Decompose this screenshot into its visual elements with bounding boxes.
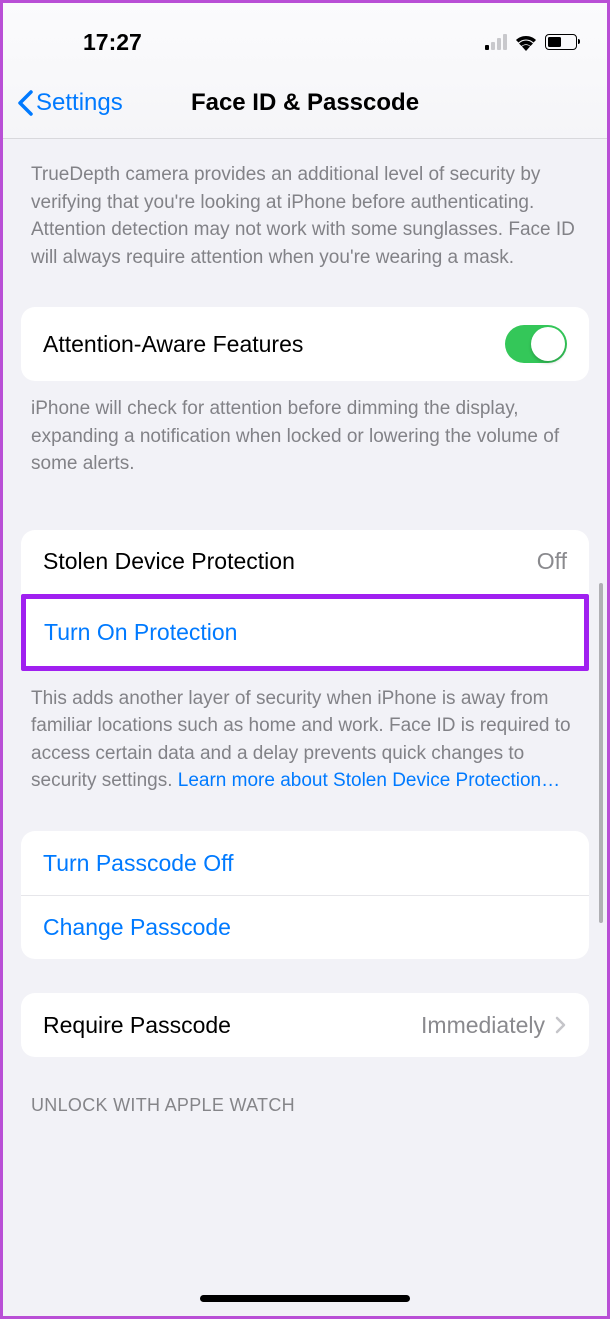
toggle-thumb (531, 327, 565, 361)
chevron-left-icon (17, 90, 34, 116)
turn-passcode-off-label: Turn Passcode Off (43, 850, 233, 877)
unlock-watch-header: UNLOCK WITH APPLE WATCH (3, 1057, 607, 1116)
scroll-indicator[interactable] (599, 583, 603, 923)
truedepth-description: TrueDepth camera provides an additional … (3, 139, 607, 289)
page-title: Face ID & Passcode (191, 89, 419, 117)
stolen-device-status: Off (537, 548, 567, 575)
change-passcode-button[interactable]: Change Passcode (21, 895, 589, 959)
home-indicator[interactable] (200, 1295, 410, 1302)
attention-aware-toggle[interactable] (505, 325, 567, 363)
turn-on-protection-button[interactable]: Turn On Protection (26, 599, 584, 666)
turn-on-protection-label: Turn On Protection (44, 619, 237, 645)
status-time: 17:27 (83, 29, 142, 56)
stolen-device-status-row: Stolen Device Protection Off (21, 530, 589, 594)
back-button[interactable]: Settings (17, 89, 123, 117)
wifi-icon (515, 34, 537, 51)
battery-icon (545, 34, 577, 50)
attention-aware-section: Attention-Aware Features (21, 307, 589, 381)
stolen-device-label: Stolen Device Protection (43, 548, 295, 575)
settings-content: TrueDepth camera provides an additional … (3, 139, 607, 1116)
learn-more-link[interactable]: Learn more about Stolen Device Protectio… (178, 770, 560, 791)
require-passcode-row[interactable]: Require Passcode Immediately (21, 993, 589, 1057)
require-passcode-section: Require Passcode Immediately (21, 993, 589, 1057)
stolen-device-description: This adds another layer of security when… (3, 671, 607, 813)
chevron-right-icon (555, 1016, 567, 1034)
status-bar: 17:27 (3, 3, 607, 73)
cellular-icon (485, 34, 507, 50)
highlight-annotation: Turn On Protection (21, 594, 589, 671)
nav-bar: Settings Face ID & Passcode (3, 73, 607, 139)
change-passcode-label: Change Passcode (43, 914, 231, 941)
turn-passcode-off-button[interactable]: Turn Passcode Off (21, 831, 589, 895)
status-icons (485, 34, 577, 51)
require-passcode-label: Require Passcode (43, 1012, 231, 1039)
attention-aware-label: Attention-Aware Features (43, 331, 303, 358)
attention-aware-description: iPhone will check for attention before d… (3, 381, 607, 496)
passcode-actions-section: Turn Passcode Off Change Passcode (21, 831, 589, 959)
require-passcode-value: Immediately (421, 1012, 545, 1039)
attention-aware-row[interactable]: Attention-Aware Features (21, 307, 589, 381)
stolen-device-section: Stolen Device Protection Off Turn On Pro… (21, 530, 589, 671)
back-label: Settings (36, 89, 123, 117)
